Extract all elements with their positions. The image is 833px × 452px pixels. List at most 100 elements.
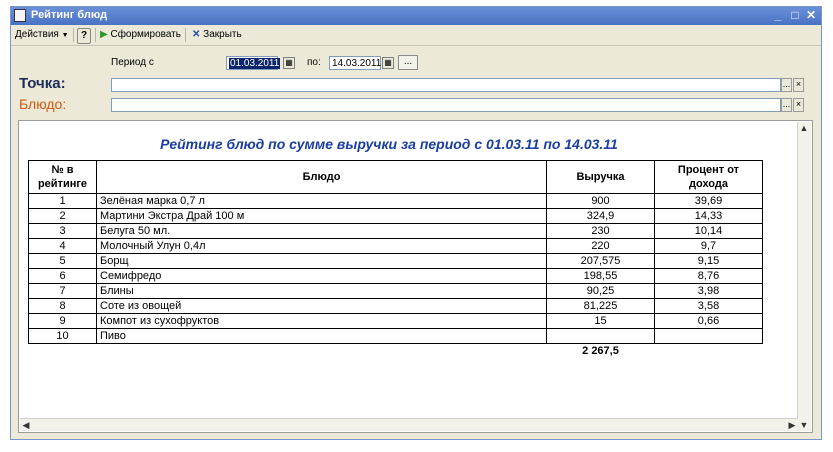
period-select-button[interactable]: ... [398, 55, 418, 70]
toolbar-separator [95, 28, 96, 42]
table-body: 1 Зелёная марка 0,7 л 900 39,69 2 Мартини Экс… [28, 193, 763, 359]
window-icon [14, 9, 26, 22]
period-to-label: по: [307, 57, 321, 68]
dish-cell: Зелёная марка 0,7 л [96, 193, 547, 209]
total-revenue: 2 267,5 [582, 345, 619, 357]
title-bar[interactable]: Рейтинг блюд _ □ ✕ [11, 7, 821, 25]
dish-cell: Пиво [96, 328, 547, 344]
dish-label: Блюдо: [19, 96, 67, 112]
table-row: 5 Борщ 207,575 9,15 [28, 253, 763, 269]
scroll-down-icon[interactable]: ▼ [798, 419, 810, 431]
horizontal-scrollbar[interactable]: ◀ ▶ [20, 418, 798, 431]
scroll-left-icon[interactable]: ◀ [20, 419, 32, 431]
rank-cell: 3 [28, 223, 97, 239]
total-spacer [29, 344, 97, 359]
table-row: 8 Соте из овощей 81,225 3,58 [28, 298, 763, 314]
rank-cell: 9 [28, 313, 97, 329]
rank-cell: 8 [28, 298, 97, 314]
close-label: Закрыть [203, 29, 242, 40]
percent-cell: 3,98 [654, 283, 763, 299]
percent-cell: 3,58 [654, 298, 763, 314]
revenue-cell: 198,55 [546, 268, 655, 284]
dish-cell: Соте из овощей [96, 298, 547, 314]
scroll-up-icon[interactable]: ▲ [798, 122, 810, 134]
revenue-cell: 207,575 [546, 253, 655, 269]
report-window: Рейтинг блюд _ □ ✕ Действия ▼ ? ▶ Сформи… [10, 6, 822, 440]
revenue-cell: 15 [546, 313, 655, 329]
percent-cell: 39,69 [654, 193, 763, 209]
table-row: 10 Пиво [28, 328, 763, 344]
dish-header: Блюдо [96, 160, 547, 194]
rank-cell: 7 [28, 283, 97, 299]
window-title: Рейтинг блюд [31, 9, 108, 21]
report-title: Рейтинг блюд по сумме выручки за период … [160, 136, 618, 152]
percent-cell: 10,14 [654, 223, 763, 239]
rank-cell: 6 [28, 268, 97, 284]
total-spacer [97, 344, 547, 359]
minimize-icon[interactable]: _ [771, 8, 785, 22]
toolbar: Действия ▼ ? ▶ Сформировать ✕ Закрыть [11, 25, 821, 46]
vertical-scrollbar[interactable]: ▲ ▼ [797, 122, 811, 431]
dish-cell: Компот из сухофруктов [96, 313, 547, 329]
close-button[interactable]: ✕ Закрыть [192, 28, 242, 42]
total-spacer [655, 344, 763, 359]
table-row: 1 Зелёная марка 0,7 л 900 39,69 [28, 193, 763, 209]
rank-cell: 5 [28, 253, 97, 269]
generate-button[interactable]: ▶ Сформировать [100, 28, 181, 42]
actions-menu[interactable]: Действия ▼ [15, 28, 69, 42]
scroll-right-icon[interactable]: ▶ [786, 419, 798, 431]
rank-cell: 4 [28, 238, 97, 254]
table-row: 6 Семифредо 198,55 8,76 [28, 268, 763, 284]
table-header-row: № в рейтинге Блюдо Выручка Процент от до… [28, 160, 763, 194]
percent-cell: 9,15 [654, 253, 763, 269]
point-clear-icon[interactable]: × [793, 78, 804, 92]
dish-cell: Борщ [96, 253, 547, 269]
play-icon: ▶ [100, 29, 108, 40]
period-from-input[interactable]: 01.03.2011 [226, 56, 281, 70]
period-to-input[interactable]: 14.03.2011 [329, 56, 381, 70]
revenue-cell [546, 328, 655, 344]
table-row: 3 Белуга 50 мл. 230 10,14 [28, 223, 763, 239]
close-icon[interactable]: ✕ [804, 8, 818, 22]
percent-cell: 8,76 [654, 268, 763, 284]
dish-cell: Семифредо [96, 268, 547, 284]
revenue-cell: 220 [546, 238, 655, 254]
toolbar-separator [73, 28, 74, 42]
rating-table: № в рейтинге Блюдо Выручка Процент от до… [28, 160, 763, 358]
table-row: 9 Компот из сухофруктов 15 0,66 [28, 313, 763, 329]
dish-cell: Молочный Улун 0,4л [96, 238, 547, 254]
dish-cell: Мартини Экстра Драй 100 м [96, 208, 547, 224]
percent-cell: 9,7 [654, 238, 763, 254]
table-row: 7 Блины 90,25 3,98 [28, 283, 763, 299]
point-field[interactable] [111, 78, 781, 92]
revenue-cell: 230 [546, 223, 655, 239]
revenue-cell: 81,225 [546, 298, 655, 314]
toolbar-separator [185, 28, 186, 42]
table-row: 2 Мартини Экстра Драй 100 м 324,9 14,33 [28, 208, 763, 224]
period-from-value: 01.03.2011 [229, 58, 281, 69]
help-button[interactable]: ? [77, 28, 91, 44]
calendar-icon[interactable]: ▦ [283, 57, 295, 69]
percent-cell: 14,33 [654, 208, 763, 224]
report-area[interactable]: Рейтинг блюд по сумме выручки за период … [18, 120, 813, 433]
maximize-icon[interactable]: □ [788, 8, 802, 22]
calendar-icon[interactable]: ▦ [382, 57, 394, 69]
x-icon: ✕ [192, 29, 201, 40]
revenue-cell: 90,25 [546, 283, 655, 299]
revenue-header: Выручка [546, 160, 655, 194]
generate-label: Сформировать [110, 29, 181, 40]
actions-label: Действия [15, 29, 59, 40]
point-select-button[interactable]: ... [781, 78, 792, 92]
rank-cell: 10 [28, 328, 97, 344]
dish-cell: Белуга 50 мл. [96, 223, 547, 239]
table-row: 4 Молочный Улун 0,4л 220 9,7 [28, 238, 763, 254]
dish-select-button[interactable]: ... [781, 98, 792, 112]
dish-clear-icon[interactable]: × [793, 98, 804, 112]
point-label: Точка: [19, 75, 66, 92]
percent-cell: 0,66 [654, 313, 763, 329]
percent-cell [654, 328, 763, 344]
period-to-value: 14.03.2011 [332, 58, 382, 69]
dish-cell: Блины [96, 283, 547, 299]
rank-cell: 2 [28, 208, 97, 224]
dish-field[interactable] [111, 98, 781, 112]
